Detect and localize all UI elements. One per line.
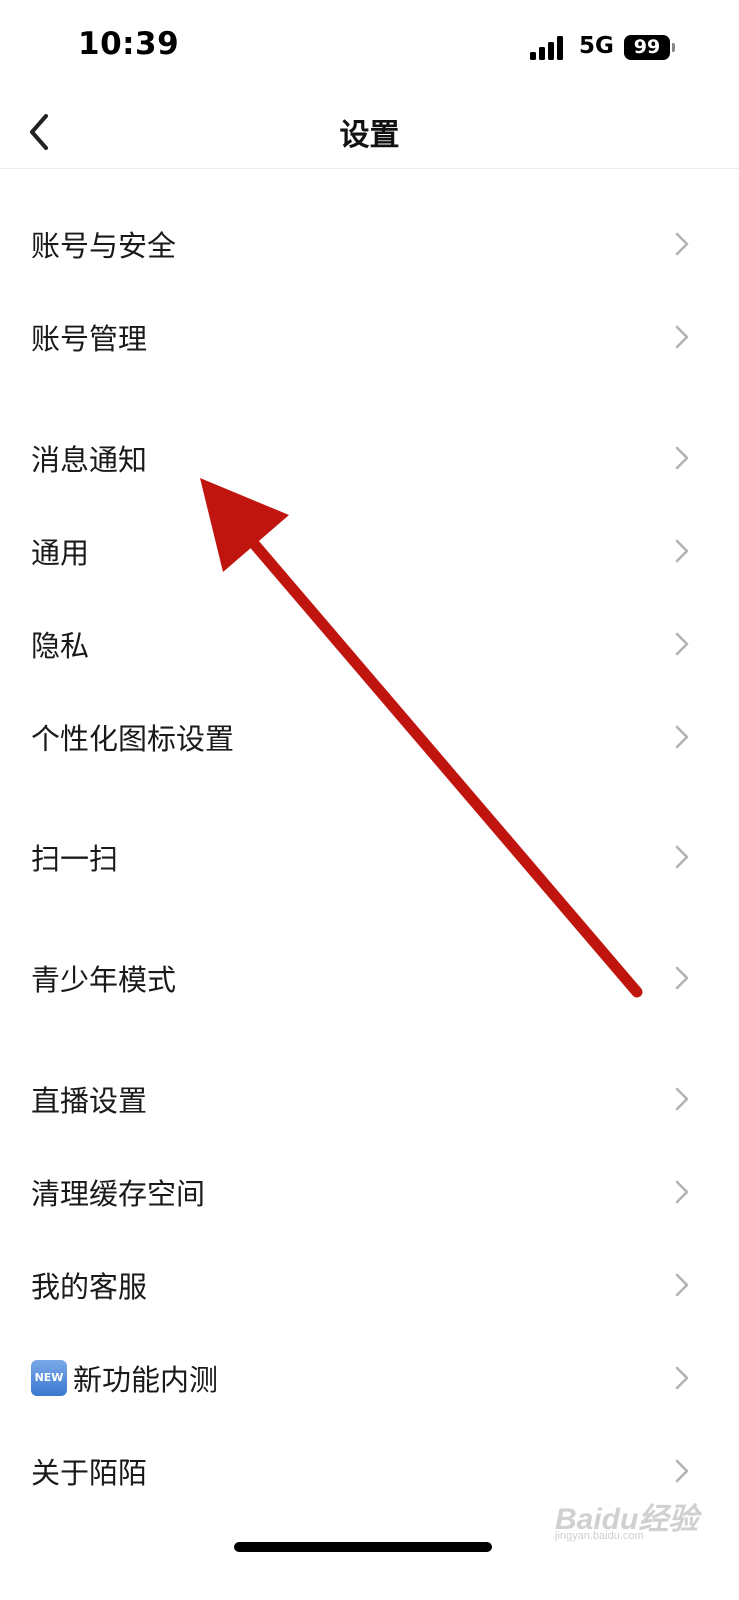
settings-item-label: 通用: [31, 536, 90, 570]
chevron-right-icon: [675, 232, 689, 256]
settings-item-label: 账号管理: [31, 322, 148, 356]
settings-item-label-wrap: NEW 新功能内测: [31, 1357, 218, 1399]
settings-item-label: 扫一扫: [31, 842, 119, 876]
chevron-right-icon: [675, 845, 689, 869]
settings-item-live-settings[interactable]: 直播设置: [0, 1054, 739, 1144]
chevron-right-icon: [675, 632, 689, 656]
settings-item-notifications[interactable]: 消息通知: [0, 413, 739, 503]
settings-item-label: 隐私: [31, 629, 90, 663]
settings-item-custom-icon[interactable]: 个性化图标设置: [0, 692, 739, 782]
chevron-right-icon: [675, 1087, 689, 1111]
settings-item-teen-mode[interactable]: 青少年模式: [0, 933, 739, 1023]
settings-item-label: 新功能内测: [73, 1363, 219, 1397]
settings-item-scan[interactable]: 扫一扫: [0, 812, 739, 902]
chevron-right-icon: [675, 446, 689, 470]
settings-item-label: 个性化图标设置: [31, 722, 235, 756]
watermark: Baidu经验 jingyan.baidu.com: [555, 1488, 698, 1548]
battery-cap: [672, 43, 675, 52]
settings-item-clear-cache[interactable]: 清理缓存空间: [0, 1147, 739, 1237]
settings-item-label: 青少年模式: [31, 963, 177, 997]
settings-item-account-security[interactable]: 账号与安全: [0, 199, 739, 289]
settings-item-label: 账号与安全: [31, 229, 177, 263]
network-type: 5G: [579, 33, 614, 59]
settings-item-label: 消息通知: [31, 443, 148, 477]
chevron-right-icon: [675, 725, 689, 749]
signal-icon: [530, 36, 568, 60]
settings-item-customer-service[interactable]: 我的客服: [0, 1240, 739, 1330]
settings-item-label: 直播设置: [31, 1084, 148, 1118]
settings-item-account-management[interactable]: 账号管理: [0, 292, 739, 382]
settings-item-label: 我的客服: [31, 1270, 148, 1304]
battery-icon: 99: [624, 35, 670, 60]
chevron-right-icon: [675, 1366, 689, 1390]
chevron-right-icon: [675, 1273, 689, 1297]
home-indicator[interactable]: [234, 1542, 492, 1552]
chevron-right-icon: [675, 1459, 689, 1483]
settings-item-beta-features[interactable]: NEW 新功能内测: [0, 1333, 739, 1423]
new-badge-icon: NEW: [31, 1360, 67, 1396]
chevron-right-icon: [675, 1180, 689, 1204]
settings-item-label: 清理缓存空间: [31, 1177, 206, 1211]
chevron-right-icon: [675, 966, 689, 990]
chevron-right-icon: [675, 539, 689, 563]
status-time: 10:39: [78, 26, 180, 62]
watermark-subtext: jingyan.baidu.com: [555, 1530, 644, 1542]
chevron-right-icon: [675, 325, 689, 349]
nav-bar: 设置: [0, 96, 739, 169]
settings-item-privacy[interactable]: 隐私: [0, 599, 739, 689]
page-title: 设置: [339, 118, 400, 153]
settings-item-label: 关于陌陌: [31, 1456, 148, 1490]
settings-item-general[interactable]: 通用: [0, 506, 739, 596]
status-bar: 10:39 5G 99: [0, 0, 739, 96]
